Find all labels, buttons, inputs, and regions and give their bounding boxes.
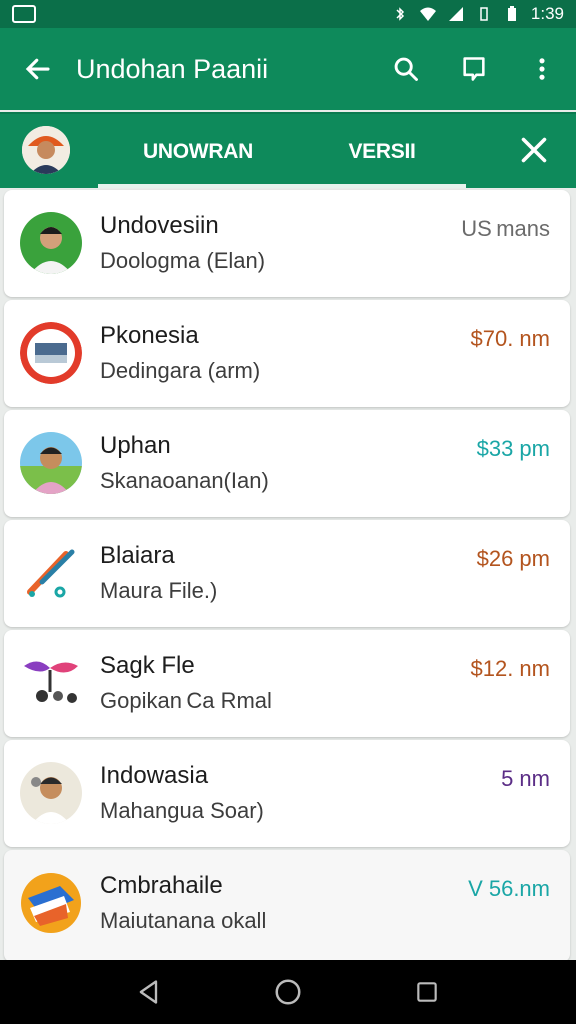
item-price: $12. nm (470, 656, 551, 681)
status-bar: 1:39 (0, 0, 576, 28)
item-name: Indowasia (100, 762, 209, 789)
person-avatar-landscape-icon (20, 432, 82, 494)
item-price: US mans (461, 216, 550, 241)
screenshot-icon (12, 5, 36, 23)
tab-unowran[interactable]: UNOWRAN (98, 114, 298, 190)
message-icon (463, 57, 485, 81)
item-price: $70. nm (470, 326, 551, 351)
item-name: Uphan (100, 432, 171, 459)
item-subtitle: Mahangua Soar) (100, 798, 264, 823)
back-button[interactable] (0, 54, 76, 84)
more-options-button[interactable] (508, 55, 576, 83)
item-price: $33 pm (476, 436, 550, 461)
brush-tools-icon (20, 542, 82, 604)
item-name: Blaiara (100, 542, 175, 569)
item-price: 5 nm (501, 766, 550, 791)
colorful-tools-icon (20, 652, 82, 714)
status-time: 1:39 (530, 4, 564, 23)
list-item[interactable]: Indowasia Mahangua Soar) 5 nm (4, 740, 570, 847)
list-item[interactable]: Undovesiin Doologma (Elan) US mans (4, 190, 570, 297)
page-title: Undohan Paanii (76, 53, 269, 84)
red-screen-badge-icon (20, 322, 82, 384)
list-item[interactable]: Uphan Skanaoanan(Ian) $33 pm (4, 410, 570, 517)
list-item[interactable]: Blaiara Maura File.) $26 pm (4, 520, 570, 627)
message-button[interactable] (440, 55, 508, 83)
tab-indicator (98, 184, 466, 188)
square-recents-icon (416, 982, 437, 1002)
tab-versii[interactable]: VERSII (298, 114, 466, 190)
item-subtitle: Skanaoanan(Ian) (100, 468, 269, 493)
person-avatar-light-icon (20, 762, 82, 824)
orange-blue-logo-icon (20, 872, 82, 934)
item-subtitle: Maura File.) (100, 578, 218, 603)
close-icon (521, 137, 547, 163)
search-button[interactable] (372, 55, 440, 83)
nav-home-button[interactable] (268, 972, 308, 1012)
back-arrow-icon (25, 58, 50, 80)
list-item[interactable]: Cmbrahaile Maiutanana okall V 56.nm (4, 850, 570, 962)
nav-back-button[interactable] (129, 972, 169, 1012)
item-name: Cmbrahaile (100, 872, 223, 899)
item-subtitle: Gopikan Ca Rmal (100, 688, 272, 713)
item-subtitle: Dedingara (arm) (100, 358, 261, 383)
close-button[interactable] (516, 132, 552, 168)
item-list: Undovesiin Doologma (Elan) US mans Pkone… (4, 190, 570, 965)
item-subtitle: Doologma (Elan) (100, 248, 266, 273)
person-avatar-icon (22, 126, 70, 174)
wifi-icon (419, 7, 436, 21)
app-bar: Undohan Paanii (0, 28, 576, 110)
profile-avatar[interactable] (22, 126, 70, 174)
nav-recents-button[interactable] (407, 972, 447, 1012)
bluetooth-icon (396, 7, 404, 21)
list-item[interactable]: Pkonesia Dedingara (arm) $70. nm (4, 300, 570, 407)
tab-bar: UNOWRAN VERSII (0, 112, 576, 188)
item-name: Undovesiin (100, 212, 219, 239)
triangle-back-icon (139, 980, 158, 1004)
item-price: V 56.nm (468, 876, 550, 901)
item-subtitle: Maiutanana okall (100, 908, 267, 933)
search-icon (394, 57, 418, 81)
circle-home-icon (275, 979, 301, 1005)
system-nav-bar (0, 960, 576, 1024)
list-item[interactable]: Sagk Fle Gopikan Ca Rmal $12. nm (4, 630, 570, 737)
more-vert-icon (539, 58, 545, 80)
vibrate-icon (480, 7, 488, 21)
item-name: Sagk Fle (100, 652, 195, 679)
item-name: Pkonesia (100, 322, 199, 349)
battery-icon (507, 6, 516, 21)
signal-icon (448, 7, 463, 21)
person-avatar-green-icon (20, 212, 82, 274)
item-price: $26 pm (476, 546, 550, 571)
